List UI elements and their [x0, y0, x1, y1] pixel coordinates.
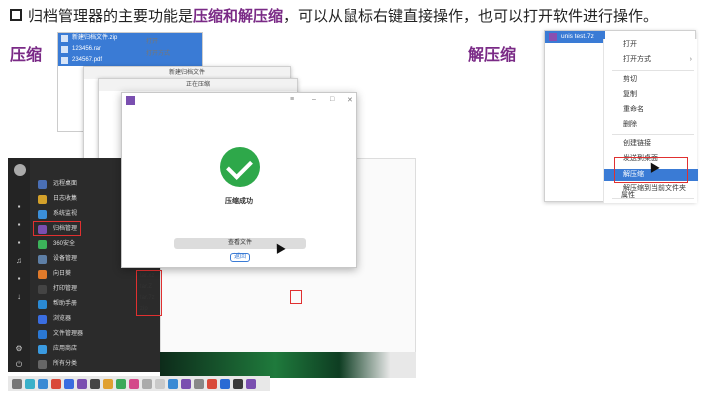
launcher-icon[interactable]: [12, 378, 22, 389]
highlight-box: [290, 290, 302, 304]
start-item[interactable]: 文件管理器: [38, 328, 83, 341]
log-icon: [38, 195, 47, 204]
minimize-icon[interactable]: –: [312, 96, 316, 103]
menu-item-copy[interactable]: 复制: [604, 89, 698, 101]
window-title: 正在压缩: [99, 79, 297, 91]
taskbar-app-icon[interactable]: [77, 378, 87, 389]
section-label-decompress: 解压缩: [468, 47, 517, 64]
format-option[interactable]: tar.7z: [137, 293, 161, 304]
menu-item-delete[interactable]: 删除: [604, 119, 698, 131]
taskbar-app-icon[interactable]: [64, 378, 74, 389]
menu-item-open[interactable]: 打开: [140, 36, 202, 48]
remote-desktop-icon: [38, 180, 47, 189]
start-item[interactable]: 系统监视: [38, 208, 77, 221]
taskbar-app-icon[interactable]: [51, 378, 61, 389]
download-icon[interactable]: ↓: [14, 292, 24, 302]
taskbar-app-icon[interactable]: [194, 378, 204, 389]
music-icon[interactable]: ♫: [14, 256, 24, 266]
video-icon[interactable]: ▪: [14, 274, 24, 284]
taskbar-app-icon[interactable]: [220, 378, 230, 389]
taskbar-app-icon[interactable]: [233, 378, 243, 389]
menu-item-open-with[interactable]: 打开方式: [140, 48, 202, 60]
start-menu-sidebar: ▪ ▪ ▪ ♫ ▪ ↓ ⚙ ⏻: [8, 158, 30, 372]
taskbar-app-icon[interactable]: [103, 378, 113, 389]
taskbar-app-icon[interactable]: [207, 378, 217, 389]
highlight-box: [33, 221, 81, 236]
grid-icon: [38, 360, 47, 369]
taskbar-app-icon[interactable]: [38, 378, 48, 389]
printer-icon: [38, 285, 47, 294]
browser-icon: [38, 315, 47, 324]
start-item[interactable]: 日志收集: [38, 193, 77, 206]
slide-heading: 归档管理器的主要功能是 压缩和解压缩 ，可以从鼠标右键直接操作，也可以打开软件进…: [10, 4, 658, 26]
status-text: 压缩成功: [225, 198, 253, 205]
app-logo-icon: [126, 96, 135, 105]
picture-icon[interactable]: ▪: [14, 238, 24, 248]
start-item[interactable]: 设备管理: [38, 253, 77, 266]
taskbar-app-icon[interactable]: [116, 378, 126, 389]
heading-highlight: 压缩和解压缩: [193, 7, 284, 25]
start-item[interactable]: 远程桌面: [38, 178, 77, 191]
document-icon[interactable]: ▪: [14, 220, 24, 230]
archive-file[interactable]: unis test.7z: [545, 31, 605, 43]
chevron-right-icon: ›: [689, 56, 692, 63]
taskbar-app-icon[interactable]: [246, 378, 256, 389]
section-label-compress: 压缩: [10, 47, 43, 64]
device-icon: [38, 255, 47, 264]
monitor-icon: [38, 210, 47, 219]
format-list: tar.xz tar.Z tar.7z zip: [136, 270, 162, 316]
back-button[interactable]: 返回: [230, 253, 250, 262]
menu-icon[interactable]: ≡: [290, 96, 294, 103]
start-item[interactable]: 打印管理: [38, 283, 77, 296]
start-item[interactable]: 360安全: [38, 238, 75, 251]
app-store-icon: [38, 345, 47, 354]
compress-dialog: ≡ – □ ✕ 压缩成功 查看文件 返回: [121, 92, 357, 268]
zip-file-icon: [61, 35, 68, 42]
taskbar-app-icon[interactable]: [25, 378, 35, 389]
format-option[interactable]: zip: [137, 304, 161, 315]
power-icon[interactable]: ⏻: [14, 360, 24, 370]
taskbar-app-icon[interactable]: [168, 378, 178, 389]
file-manager-icon: [38, 330, 47, 339]
close-icon[interactable]: ✕: [347, 96, 353, 104]
menu-item-cut[interactable]: 剪切: [604, 74, 698, 86]
start-item[interactable]: 浏览器: [38, 313, 71, 326]
menu-divider: [612, 70, 694, 71]
view-files-button[interactable]: 查看文件: [174, 238, 306, 249]
heading-text-before: 归档管理器的主要功能是: [28, 7, 194, 25]
rar-file-icon: [61, 46, 68, 53]
taskbar: [8, 376, 270, 391]
7z-file-icon: [549, 33, 557, 41]
start-item[interactable]: 应用商店: [38, 343, 77, 356]
taskbar-app-icon[interactable]: [181, 378, 191, 389]
menu-item-properties[interactable]: 属性: [602, 190, 692, 202]
success-check-icon: [220, 147, 260, 187]
start-item[interactable]: 所有分类: [38, 358, 77, 371]
security-icon: [38, 240, 47, 249]
heading-text-after: ，可以从鼠标右键直接操作，也可以打开软件进行操作。: [283, 7, 659, 25]
avatar[interactable]: [14, 164, 26, 176]
menu-item-rename[interactable]: 重命名: [604, 104, 698, 116]
start-item[interactable]: 帮助手册: [38, 298, 77, 311]
pdf-file-icon: [61, 57, 68, 64]
computer-icon[interactable]: ▪: [14, 202, 24, 212]
settings-icon[interactable]: ⚙: [14, 344, 24, 354]
menu-item-open-with[interactable]: 打开方式 ›: [604, 54, 698, 66]
taskbar-app-icon[interactable]: [90, 378, 100, 389]
bullet-square-icon: [10, 9, 22, 21]
taskbar-app-icon[interactable]: [155, 378, 165, 389]
help-icon: [38, 300, 47, 309]
taskbar-app-icon[interactable]: [129, 378, 139, 389]
format-option[interactable]: tar.xz: [137, 271, 161, 282]
menu-divider: [612, 134, 694, 135]
start-item[interactable]: 向日葵: [38, 268, 71, 281]
taskbar-app-icon[interactable]: [142, 378, 152, 389]
format-option[interactable]: tar.Z: [137, 282, 161, 293]
menu-item-create-link[interactable]: 创建链接: [604, 138, 698, 150]
context-menu-compress: 打开 打开方式: [140, 36, 202, 60]
maximize-icon[interactable]: □: [330, 96, 334, 103]
sunflower-icon: [38, 270, 47, 279]
desktop-wallpaper: [160, 352, 416, 378]
menu-item-open[interactable]: 打开: [604, 39, 698, 51]
